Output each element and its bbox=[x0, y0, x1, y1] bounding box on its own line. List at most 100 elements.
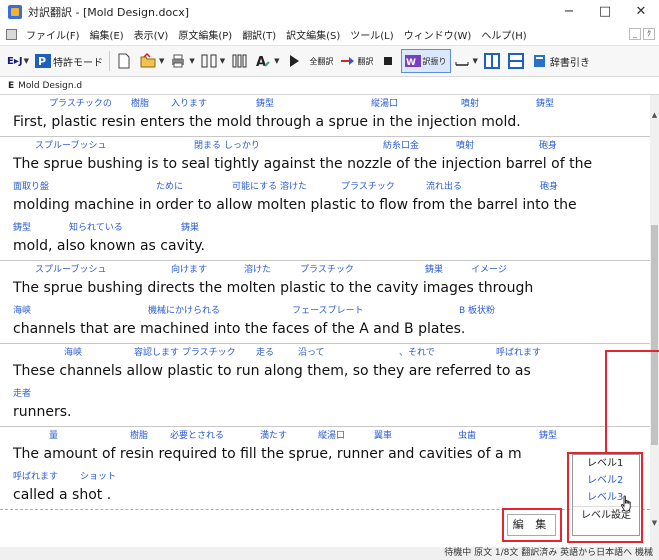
menu-edit[interactable]: 編集(E) bbox=[85, 27, 129, 42]
gloss: 満たす bbox=[260, 431, 288, 441]
scroll-down-icon[interactable]: ▼ bbox=[650, 519, 659, 531]
menu-view[interactable]: 表示(V) bbox=[129, 27, 174, 42]
gloss: 鋳型 bbox=[539, 431, 558, 441]
gloss: 砲身 bbox=[539, 141, 558, 151]
stop-button[interactable] bbox=[377, 49, 401, 73]
dictionary-lookup-button[interactable]: 辞書引き bbox=[529, 49, 593, 73]
gloss: 知られている bbox=[69, 223, 123, 233]
layout-button[interactable]: ▼ bbox=[198, 49, 228, 73]
gloss: プラスチック bbox=[300, 265, 354, 275]
play-button[interactable] bbox=[283, 49, 307, 73]
gloss: スプルーブッシュ bbox=[35, 265, 107, 275]
mdi-minimize-button[interactable]: _ bbox=[629, 28, 641, 40]
underline-icon bbox=[455, 62, 469, 66]
vertical-scrollbar[interactable]: ▲ ▼ bbox=[650, 95, 659, 547]
new-button[interactable] bbox=[113, 49, 137, 73]
svg-text:P: P bbox=[38, 55, 46, 68]
document-tab-prefix: E bbox=[8, 81, 15, 91]
title-bar: 対訳翻訳 - [Mold Design.docx] − □ ✕ bbox=[0, 0, 659, 24]
gloss: 入ります bbox=[171, 99, 208, 109]
maximize-button[interactable]: □ bbox=[587, 0, 623, 24]
patent-mode-label: 特許モード bbox=[52, 57, 103, 69]
document-tab[interactable]: E Mold Design.d bbox=[0, 77, 659, 95]
chevron-down-icon: ▼ bbox=[472, 57, 478, 65]
menu-file[interactable]: ファイル(F) bbox=[21, 27, 85, 42]
translate-button[interactable]: 翻訳 bbox=[337, 49, 377, 73]
translate-label: 翻訳 bbox=[357, 56, 374, 66]
underline-button[interactable]: ▼ bbox=[451, 49, 481, 73]
parallel-view-button[interactable] bbox=[228, 49, 252, 73]
gloss: イメージ bbox=[471, 265, 507, 275]
gloss: 溶けた bbox=[244, 265, 272, 275]
menu-help[interactable]: ヘルプ(H) bbox=[476, 27, 531, 42]
paragraph[interactable]: 海峡 容認します プラスチック 走る 沿って 、それで 呼ばれます These … bbox=[0, 344, 650, 427]
menu-window[interactable]: ウィンドウ(W) bbox=[399, 27, 477, 42]
font-button[interactable]: A ▼ bbox=[252, 49, 282, 73]
paragraph[interactable]: 量 樹脂 必要とされる 満たす 縦湯口 翼車 虫歯 鋳型 The amount … bbox=[0, 427, 650, 510]
paragraph[interactable]: プラスチックの 樹脂 入ります 鋳型 縦湯口 噴射 鋳型 First, plas… bbox=[0, 95, 650, 137]
menu-source-edit[interactable]: 原文編集(P) bbox=[173, 27, 237, 42]
menu-translate[interactable]: 翻訳(T) bbox=[237, 27, 281, 42]
text-line: 走者 runners. bbox=[13, 385, 646, 426]
svg-text:A: A bbox=[256, 55, 266, 69]
translate-all-label: 全翻訳 bbox=[309, 56, 334, 66]
text-line: スプルーブッシュ 向けます 溶けた プラスチック 鋳巣 イメージ The spr… bbox=[13, 261, 646, 302]
parallel-lines-icon bbox=[232, 54, 247, 68]
chevron-down-icon: ▼ bbox=[23, 57, 29, 65]
text-line: 量 樹脂 必要とされる 満たす 縦湯口 翼車 虫歯 鋳型 The amount … bbox=[13, 427, 646, 468]
translation-mode-button[interactable]: W 訳振り bbox=[400, 49, 451, 73]
gloss: 樹脂 bbox=[131, 99, 150, 109]
text-line: スプルーブッシュ 閉まる しっかり 紡糸口金 噴射 砲身 The sprue b… bbox=[13, 137, 646, 178]
gloss: プラスチックの bbox=[49, 99, 112, 109]
chevron-down-icon: ▼ bbox=[158, 57, 165, 65]
document-tab-name: Mold Design.d bbox=[18, 81, 83, 91]
level-2-item[interactable]: レベル2 bbox=[573, 472, 639, 489]
gloss: 呼ばれます bbox=[13, 472, 59, 482]
gloss: 、それで bbox=[399, 348, 435, 358]
gloss: 向けます bbox=[171, 265, 208, 275]
menu-tools[interactable]: ツール(L) bbox=[345, 27, 398, 42]
edit-button[interactable]: 編 集 bbox=[507, 514, 556, 536]
print-button[interactable]: ▼ bbox=[167, 49, 197, 73]
gloss: 必要とされる bbox=[170, 431, 225, 441]
minimize-button[interactable]: − bbox=[551, 0, 587, 24]
gloss: 走る bbox=[256, 348, 275, 358]
split-vertical-button[interactable] bbox=[481, 49, 505, 73]
document-content[interactable]: プラスチックの 樹脂 入ります 鋳型 縦湯口 噴射 鋳型 First, plas… bbox=[0, 95, 650, 547]
source-sentence: The amount of resin required to fill the… bbox=[13, 446, 522, 462]
translation-mode-label: 訳振り bbox=[422, 56, 447, 66]
level-1-item[interactable]: レベル1 bbox=[573, 455, 639, 472]
stop-icon bbox=[383, 57, 392, 65]
print-icon bbox=[172, 54, 185, 68]
gloss: ために bbox=[156, 182, 184, 192]
window-title: 対訳翻訳 - [Mold Design.docx] bbox=[28, 6, 190, 19]
source-sentence: called a shot . bbox=[13, 487, 112, 503]
gloss: 容認します プラスチック bbox=[134, 348, 236, 358]
open-button[interactable]: ▼ bbox=[137, 49, 167, 73]
patent-mode-button[interactable]: P 特許モード bbox=[32, 49, 106, 73]
wp-icon: W bbox=[404, 55, 421, 68]
translate-all-button[interactable]: 全翻訳 bbox=[307, 49, 337, 73]
split-horizontal-button[interactable] bbox=[505, 49, 529, 73]
gloss: スプルーブッシュ bbox=[35, 141, 107, 151]
scroll-up-icon[interactable]: ▲ bbox=[650, 111, 659, 123]
text-line: 海峡 容認します プラスチック 走る 沿って 、それで 呼ばれます These … bbox=[13, 344, 646, 385]
split-horizontal-icon bbox=[507, 53, 524, 69]
menu-translation-edit[interactable]: 訳文編集(S) bbox=[281, 27, 345, 42]
mdi-restore-button[interactable]: ｸ bbox=[643, 28, 655, 40]
gloss: 呼ばれます bbox=[496, 348, 542, 358]
play-icon bbox=[289, 55, 299, 67]
direction-button[interactable]: E▸J ▼ bbox=[4, 49, 32, 73]
paragraph[interactable]: スプルーブッシュ 閉まる しっかり 紡糸口金 噴射 砲身 The sprue b… bbox=[0, 137, 650, 261]
source-sentence: channels that are machined into the face… bbox=[13, 321, 466, 337]
toolbar: E▸J ▼ P 特許モード ▼ ▼ ▼ A ▼ 全翻訳 翻訳 W 訳振り ▼ 辞… bbox=[0, 45, 659, 77]
close-button[interactable]: ✕ bbox=[623, 0, 659, 24]
gloss: 沿って bbox=[298, 348, 325, 358]
gloss: B 板状粉 bbox=[459, 306, 496, 316]
app-icon bbox=[8, 5, 22, 19]
source-sentence: The sprue bushing directs the molten pla… bbox=[13, 280, 534, 296]
document-icon[interactable] bbox=[6, 29, 17, 40]
paragraph[interactable]: スプルーブッシュ 向けます 溶けた プラスチック 鋳巣 イメージ The spr… bbox=[0, 261, 650, 344]
gloss: 鋳型 bbox=[536, 99, 555, 109]
text-line: プラスチックの 樹脂 入ります 鋳型 縦湯口 噴射 鋳型 First, plas… bbox=[13, 95, 646, 136]
